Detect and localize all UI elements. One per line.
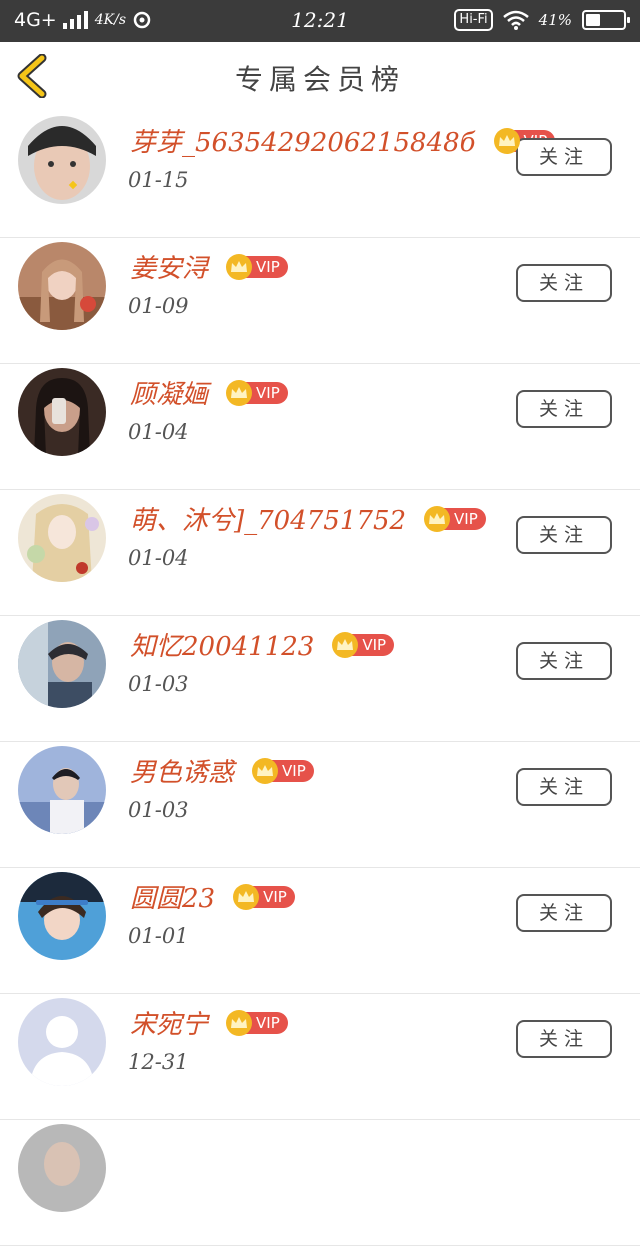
battery-icon xyxy=(582,10,630,30)
crown-icon xyxy=(493,128,520,154)
member-name-text: 萌、沐兮]_704751752 xyxy=(130,506,407,536)
join-date: 01-03 xyxy=(128,672,189,696)
join-date: 12-31 xyxy=(128,1050,189,1074)
list-item[interactable]: 顾凝婳 VIP 01-04 关注 xyxy=(0,364,640,490)
header: 专属会员榜 xyxy=(0,42,640,112)
join-date: 01-04 xyxy=(128,546,189,570)
member-name-text: 芽芽_5635429206215848б xyxy=(130,128,476,158)
wifi-icon xyxy=(502,10,529,30)
join-date: 01-09 xyxy=(128,294,189,318)
list-item[interactable]: 男色诱惑 VIP 01-03 关注 xyxy=(0,742,640,868)
member-name-text: 宋宛宁 xyxy=(130,1010,209,1040)
follow-button[interactable]: 关注 xyxy=(516,516,612,554)
page-title: 专属会员榜 xyxy=(234,63,405,96)
member-list: 芽芽_5635429206215848бVIP 01-15 关注 姜安浔VIP … xyxy=(0,112,640,1246)
member-name-text: 姜安浔 xyxy=(130,254,209,284)
crown-icon xyxy=(226,1010,253,1036)
list-item[interactable]: 宋宛宁 VIP 12-31 关注 xyxy=(0,994,640,1120)
avatar[interactable] xyxy=(18,746,106,834)
list-item[interactable]: 萌、沐兮]_704751752 VIP 01-04 关注 xyxy=(0,490,640,616)
follow-button[interactable]: 关注 xyxy=(516,138,612,176)
follow-button[interactable]: 关注 xyxy=(516,894,612,932)
list-item[interactable]: 姜安浔 VIP 01-09 关注 xyxy=(0,238,640,364)
avatar[interactable] xyxy=(18,242,106,330)
member-name: 知忆20041123 VIP xyxy=(130,626,395,663)
avatar[interactable] xyxy=(18,998,106,1086)
member-name: 宋宛宁 VIP xyxy=(130,1004,288,1041)
crown-icon xyxy=(226,254,253,280)
vip-badge: VIP xyxy=(226,254,288,280)
join-date: 01-15 xyxy=(128,168,189,192)
follow-button[interactable]: 关注 xyxy=(516,642,612,680)
status-bar: 4G+ 4K/s 12:21 Hi-Fi 41% xyxy=(0,0,640,42)
vip-badge: VIP xyxy=(226,380,288,406)
join-date: 01-01 xyxy=(128,924,189,948)
crown-icon xyxy=(252,758,279,784)
follow-button[interactable]: 关注 xyxy=(516,264,612,302)
avatar[interactable] xyxy=(18,368,106,456)
avatar[interactable] xyxy=(18,494,106,582)
member-name: 男色诱惑 VIP xyxy=(130,752,314,789)
hifi-badge: Hi-Fi xyxy=(454,9,493,31)
list-item[interactable]: 圆圆23 VIP 01-01 关注 xyxy=(0,868,640,994)
follow-button[interactable]: 关注 xyxy=(516,1020,612,1058)
follow-button[interactable]: 关注 xyxy=(516,390,612,428)
vip-badge: VIP xyxy=(332,632,395,658)
member-name-text: 圆圆23 xyxy=(130,884,216,914)
member-name: 顾凝婳 VIP xyxy=(130,374,288,411)
crown-icon xyxy=(424,506,451,532)
vip-badge: VIP xyxy=(233,884,295,910)
member-name-text: 顾凝婳 xyxy=(130,380,209,410)
list-item[interactable]: 知忆20041123 VIP 01-03 关注 xyxy=(0,616,640,742)
status-right: Hi-Fi 41% xyxy=(454,9,630,31)
member-name: 萌、沐兮]_704751752 VIP xyxy=(130,500,486,537)
battery-percent: 41% xyxy=(538,11,572,29)
vip-badge: VIP xyxy=(424,506,486,532)
list-item-partial[interactable] xyxy=(0,1120,640,1246)
join-date: 01-04 xyxy=(128,420,189,444)
avatar[interactable] xyxy=(18,620,106,708)
list-item[interactable]: 芽芽_5635429206215848бVIP 01-15 关注 xyxy=(0,112,640,238)
vip-badge: VIP xyxy=(252,758,314,784)
follow-button[interactable]: 关注 xyxy=(516,768,612,806)
crown-icon xyxy=(233,884,260,910)
avatar[interactable] xyxy=(18,872,106,960)
join-date: 01-03 xyxy=(128,798,189,822)
avatar[interactable] xyxy=(18,116,106,204)
vip-badge: VIP xyxy=(226,1010,288,1036)
avatar[interactable] xyxy=(18,1124,106,1212)
crown-icon xyxy=(226,380,253,406)
member-name-text: 男色诱惑 xyxy=(130,758,235,788)
member-name: 圆圆23 VIP xyxy=(130,878,295,915)
member-name: 姜安浔 VIP xyxy=(130,248,288,285)
member-name: 芽芽_5635429206215848бVIP xyxy=(130,122,556,159)
member-name-text: 知忆20041123 xyxy=(130,632,315,662)
